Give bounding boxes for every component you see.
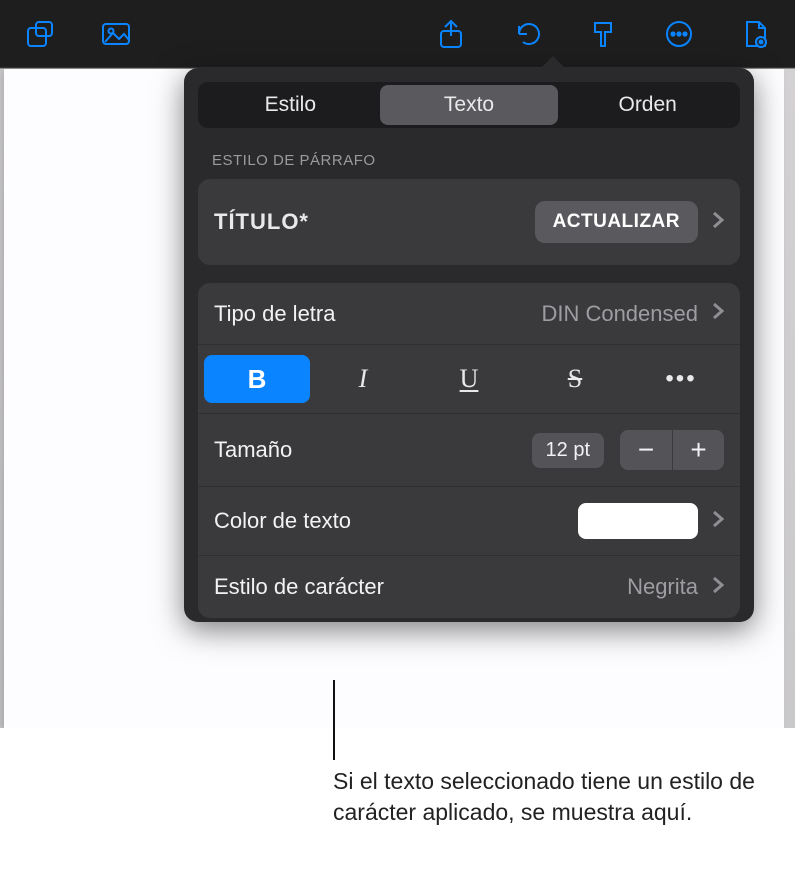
font-label: Tipo de letra (214, 301, 335, 327)
shapes-icon[interactable] (22, 16, 58, 52)
size-stepper: − + (620, 430, 724, 470)
size-increase-button[interactable]: + (672, 430, 724, 470)
update-style-button[interactable]: ACTUALIZAR (535, 201, 698, 243)
paragraph-style-section-label: ESTILO DE PÁRRAFO (212, 152, 740, 169)
size-label: Tamaño (214, 437, 292, 463)
more-icon[interactable] (661, 16, 697, 52)
character-style-value: Negrita (627, 574, 698, 600)
text-style-buttons: B I U S ••• (198, 345, 740, 414)
size-row: Tamaño 12 pt − + (198, 414, 740, 487)
strikethrough-button[interactable]: S (522, 355, 628, 403)
chevron-right-icon (712, 211, 724, 234)
toolbar-right (433, 16, 773, 52)
paragraph-style-card: TÍTULO* ACTUALIZAR (198, 179, 740, 265)
text-properties-card: Tipo de letra DIN Condensed B I U S ••• … (198, 283, 740, 618)
share-icon[interactable] (433, 16, 469, 52)
format-popover: Estilo Texto Orden ESTILO DE PÁRRAFO TÍT… (184, 68, 754, 622)
size-decrease-button[interactable]: − (620, 430, 672, 470)
character-style-label: Estilo de carácter (214, 574, 384, 600)
toolbar-left (22, 16, 134, 52)
popover-tabs: Estilo Texto Orden (198, 82, 740, 128)
more-text-options-button[interactable]: ••• (628, 355, 734, 403)
callout-leader-line (333, 680, 335, 760)
character-style-row[interactable]: Estilo de carácter Negrita (198, 556, 740, 618)
document-settings-icon[interactable] (737, 16, 773, 52)
chevron-right-icon (712, 576, 724, 599)
chevron-right-icon (712, 510, 724, 533)
callout-text: Si el texto seleccionado tiene un estilo… (333, 766, 763, 828)
text-color-swatch[interactable] (578, 503, 698, 539)
text-color-label: Color de texto (214, 508, 351, 534)
popover-body: Estilo Texto Orden ESTILO DE PÁRRAFO TÍT… (184, 68, 754, 622)
media-icon[interactable] (98, 16, 134, 52)
paragraph-style-row[interactable]: TÍTULO* ACTUALIZAR (198, 179, 740, 265)
size-value[interactable]: 12 pt (532, 433, 604, 468)
format-brush-icon[interactable] (585, 16, 621, 52)
font-row[interactable]: Tipo de letra DIN Condensed (198, 283, 740, 345)
italic-button[interactable]: I (310, 355, 416, 403)
popover-arrow (540, 56, 566, 70)
text-color-row[interactable]: Color de texto (198, 487, 740, 556)
bold-button[interactable]: B (204, 355, 310, 403)
undo-icon[interactable] (509, 16, 545, 52)
underline-button[interactable]: U (416, 355, 522, 403)
tab-order[interactable]: Orden (558, 85, 737, 125)
font-value: DIN Condensed (541, 301, 698, 327)
tab-style[interactable]: Estilo (201, 85, 380, 125)
toolbar (0, 0, 795, 68)
paragraph-style-name: TÍTULO* (214, 209, 309, 235)
chevron-right-icon (712, 302, 724, 325)
tab-text[interactable]: Texto (380, 85, 559, 125)
